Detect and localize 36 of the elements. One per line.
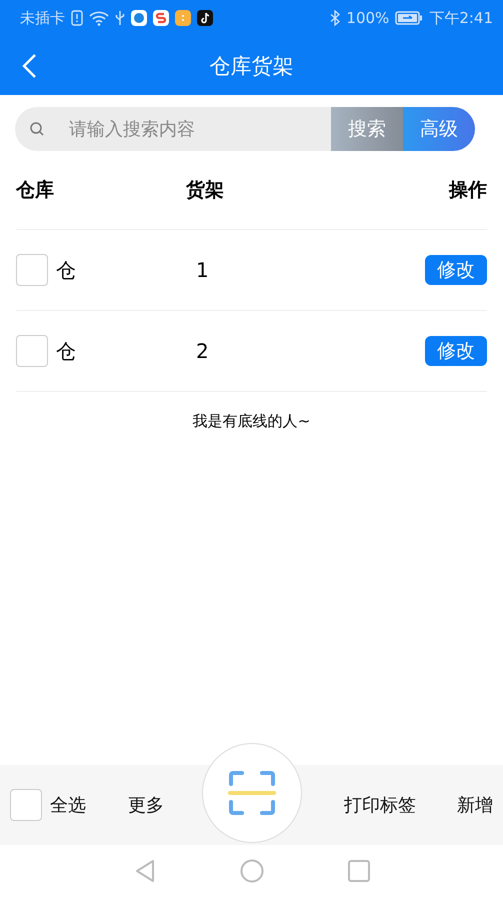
- music-note-app-icon: [197, 10, 213, 26]
- print-label-button[interactable]: 打印标签: [344, 793, 416, 817]
- clock-text: 下午2:41: [429, 8, 493, 28]
- edit-button[interactable]: 修改: [425, 336, 487, 366]
- end-of-list-text: 我是有底线的人~: [192, 412, 310, 430]
- usb-icon: [115, 10, 125, 26]
- table-cell: 1: [196, 258, 209, 282]
- home-nav-icon[interactable]: [240, 859, 264, 883]
- more-button[interactable]: 更多: [128, 793, 164, 817]
- dots-app-icon: [175, 10, 191, 26]
- table-cell: 2: [196, 339, 209, 363]
- battery-percent: 100%: [346, 9, 390, 27]
- table-cell: 仓: [56, 256, 76, 284]
- sim-alert-icon: [71, 10, 83, 26]
- advanced-button[interactable]: 高级: [403, 107, 475, 151]
- scan-icon: [228, 770, 276, 816]
- select-all-button[interactable]: 全选: [50, 793, 86, 817]
- battery-charging-icon: [395, 11, 424, 25]
- wifi-icon: [89, 10, 109, 26]
- globe-app-icon: [131, 10, 147, 26]
- bluetooth-icon: [330, 10, 340, 26]
- recents-nav-icon[interactable]: [348, 860, 370, 882]
- column-header: 操作: [449, 178, 487, 203]
- column-header: 仓库: [16, 179, 54, 201]
- page-title: 仓库货架: [210, 52, 294, 80]
- search-field[interactable]: 请输入搜索内容: [15, 107, 331, 151]
- table-cell: 仓: [56, 338, 76, 364]
- edit-button[interactable]: 修改: [425, 255, 487, 285]
- swirl-app-icon: [153, 10, 169, 26]
- column-header: 货架: [186, 179, 224, 201]
- checkbox[interactable]: [16, 254, 48, 286]
- checkbox[interactable]: [16, 335, 48, 367]
- back-nav-icon[interactable]: [134, 859, 156, 883]
- carrier-text: 未插卡: [20, 8, 65, 28]
- add-button[interactable]: 新增: [457, 793, 493, 817]
- checkbox[interactable]: [10, 789, 42, 821]
